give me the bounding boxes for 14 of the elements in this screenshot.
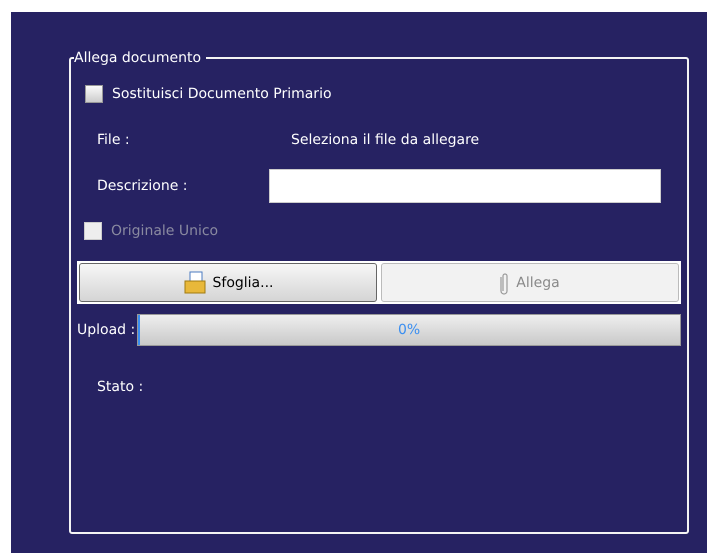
file-value: Seleziona il file da allegare [291,132,480,148]
description-label: Descrizione : [97,178,188,194]
paperclip-icon [500,270,510,294]
file-label: File : [97,132,131,148]
browse-button[interactable]: Sfoglia... [79,263,377,302]
upload-label: Upload : [77,322,136,338]
checkbox-label: Sostituisci Documento Primario [112,86,332,102]
status-label: Stato : [97,379,144,395]
progress-reading: 0% [398,322,420,338]
description-field[interactable] [269,169,661,203]
folder-document-icon [182,270,206,294]
checkbox[interactable] [85,85,103,103]
checkbox-label: Originale Unico [111,223,218,239]
group-title: Allega documento [74,50,206,66]
